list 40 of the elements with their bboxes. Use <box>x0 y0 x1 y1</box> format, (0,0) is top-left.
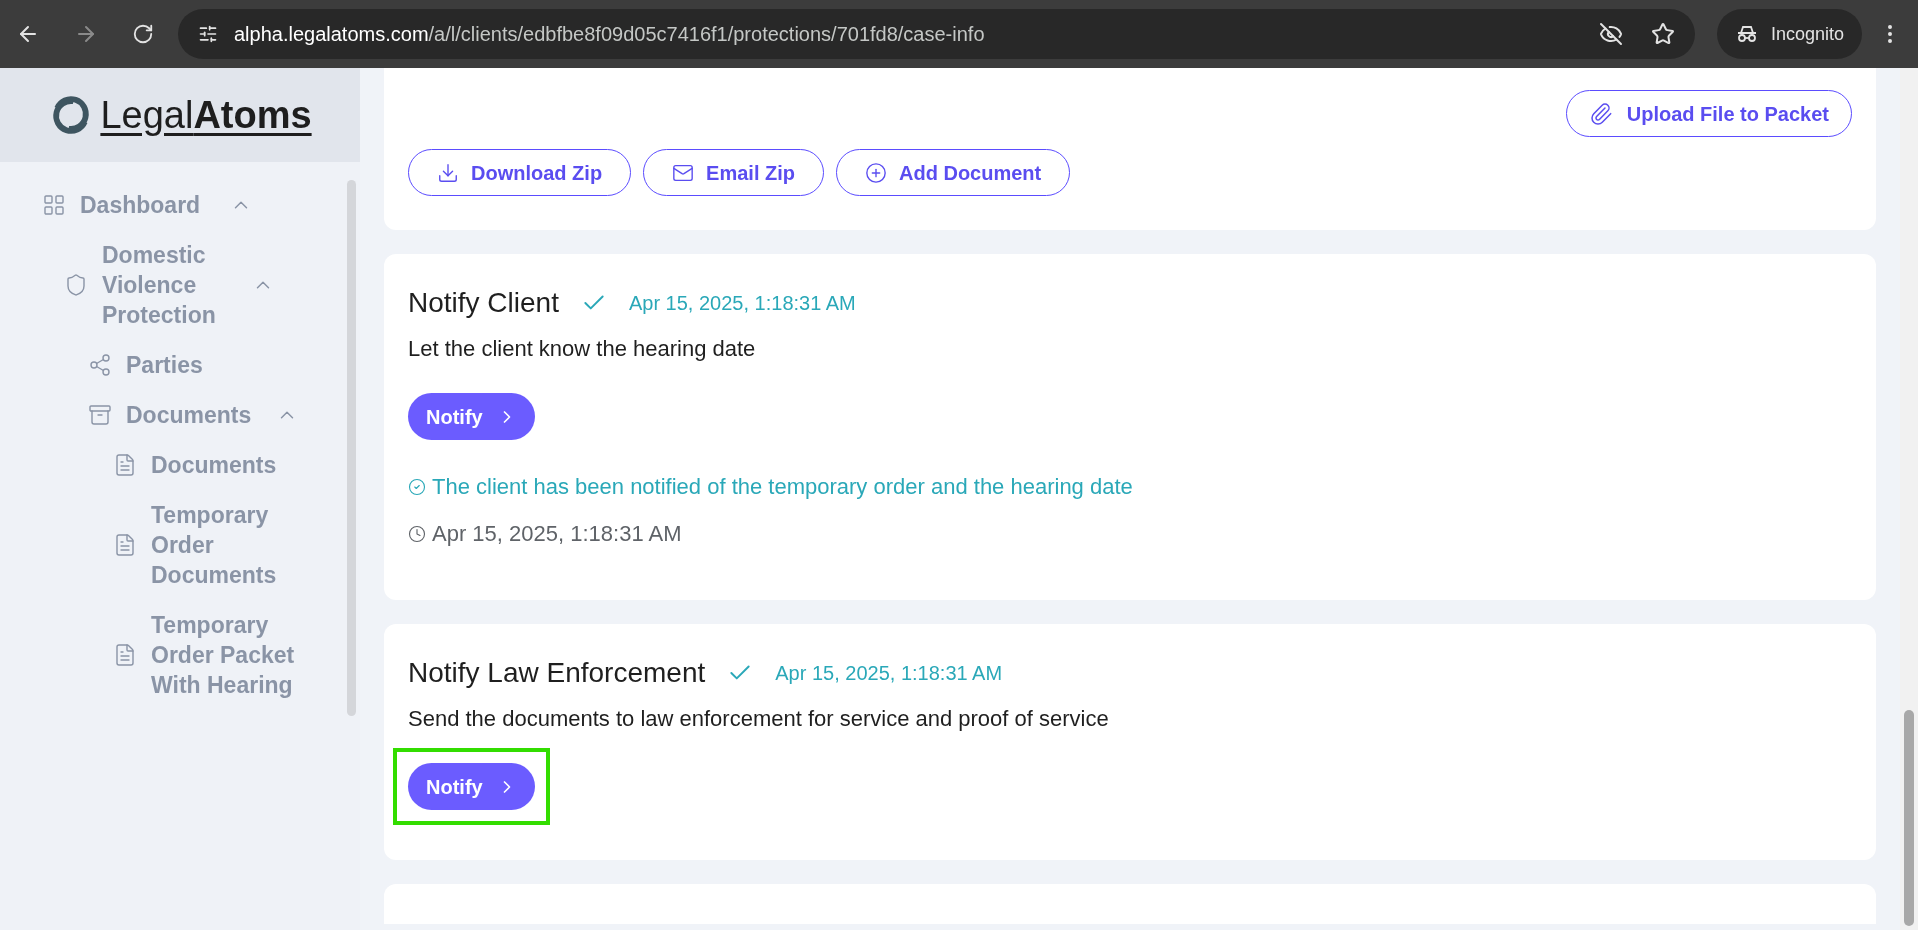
sidebar-item[interactable]: Documents <box>126 400 276 430</box>
sidebar-item[interactable]: Parties <box>126 350 276 380</box>
sidebar-item[interactable]: Documents <box>151 450 300 480</box>
step-date: Apr 15, 2025, 1:18:31 AM <box>628 291 856 316</box>
sidebar-item[interactable]: Temporary Order Packet With Hearing <box>151 610 300 700</box>
notify-button[interactable]: Notify <box>408 393 535 440</box>
bookmark-star-icon[interactable] <box>1650 22 1675 46</box>
page-scrollbar[interactable] <box>1900 68 1918 930</box>
shield-icon <box>64 273 88 297</box>
address-bar[interactable]: alpha.legalatoms.com/a/l/clients/edbfbe8f09d05c7416f1/protections/701fd8/case-info <box>178 9 1695 59</box>
document-icon <box>113 453 137 477</box>
sidebar-item[interactable]: Domestic Violence Protection <box>102 240 252 330</box>
grid-icon <box>42 193 66 217</box>
step-description: Let the client know the hearing date <box>408 335 757 363</box>
notify-button[interactable]: Notify <box>408 763 535 810</box>
timestamp: Apr 15, 2025, 1:18:31 AM <box>432 520 682 548</box>
check-circle-icon <box>408 477 426 496</box>
eye-off-icon[interactable] <box>1598 22 1623 46</box>
logo-wordmark[interactable]: LegalAtoms <box>100 86 312 144</box>
archive-box-icon <box>88 403 112 427</box>
url-text: alpha.legalatoms.com/a/l/clients/edbfbe8f09d05c7416f1/protections/701fd8/case-info <box>234 22 985 47</box>
download-icon <box>437 161 459 184</box>
clock-icon <box>408 524 426 543</box>
paperclip-icon <box>1588 101 1613 126</box>
plus-circle-icon <box>865 161 887 184</box>
step-title: Notify Law Enforcement <box>408 656 706 690</box>
profile-chip[interactable]: Incognito <box>1716 9 1862 59</box>
step-description: Send the documents to law enforcement for service and proof of service <box>408 705 1110 733</box>
sidebar-item[interactable]: Temporary Order Documents <box>151 500 300 590</box>
status-message: The client has been notified of the temporary order and the hearing date <box>432 473 1133 501</box>
sidebar-item[interactable]: Dashboard <box>80 190 230 220</box>
document-icon <box>113 533 137 557</box>
step-date: Apr 15, 2025, 1:18:31 AM <box>775 661 1003 686</box>
step-title: Notify Client <box>408 286 559 320</box>
document-icon <box>113 643 137 667</box>
reload-icon[interactable] <box>132 23 154 45</box>
profile-label: Incognito <box>1770 22 1844 46</box>
site-settings-icon[interactable] <box>198 24 218 44</box>
sidebar-scrollbar[interactable] <box>347 180 356 716</box>
share-icon <box>88 353 112 377</box>
